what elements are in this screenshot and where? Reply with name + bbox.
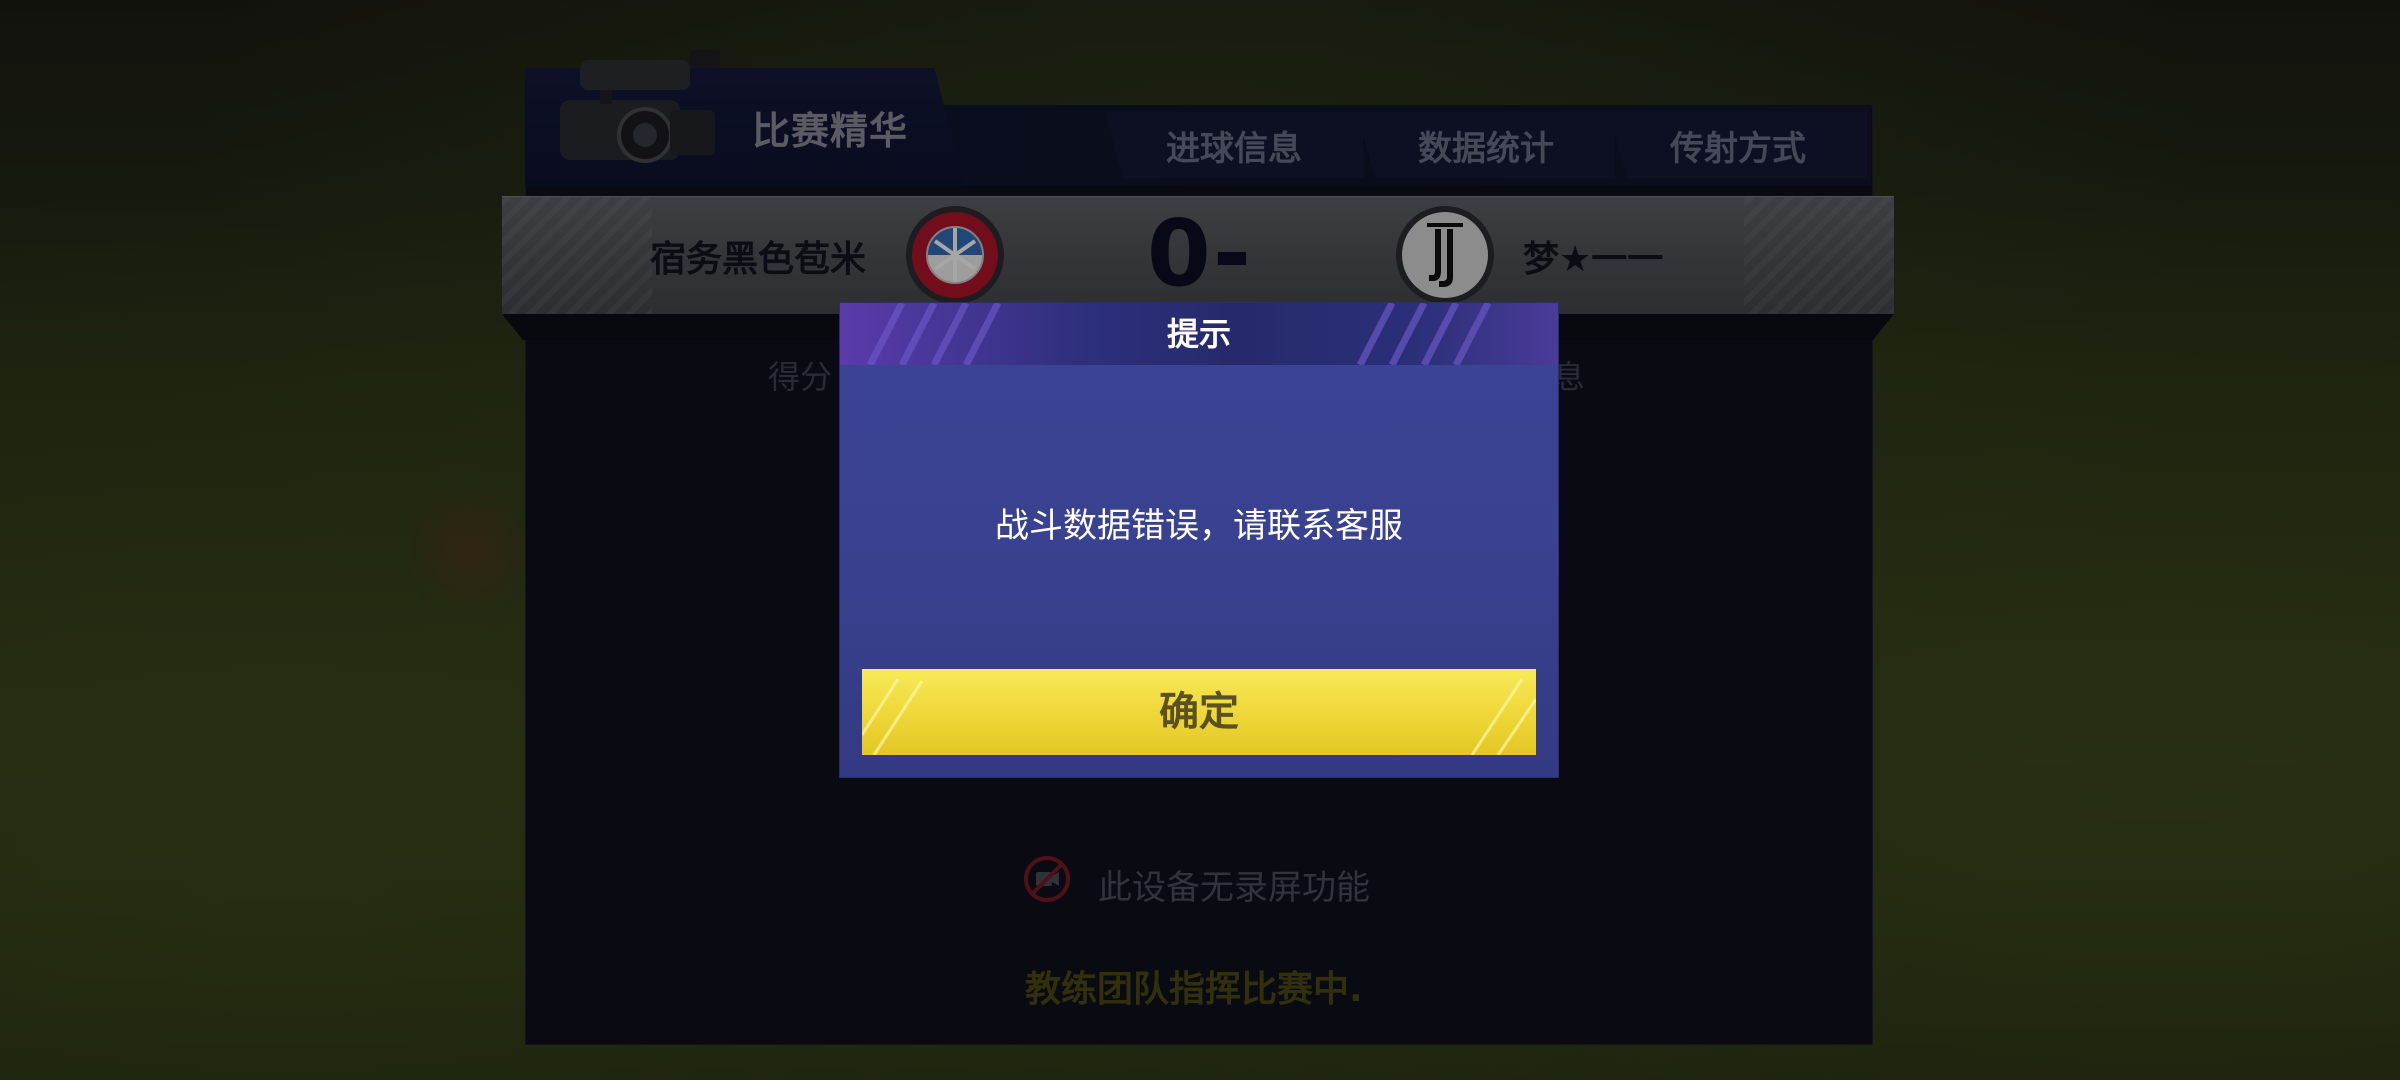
confirm-button-label: 确定 bbox=[1159, 689, 1239, 735]
alert-dialog: 提示 战斗数据错误，请联系客服 确定 bbox=[840, 303, 1558, 777]
confirm-button[interactable]: 确定 bbox=[862, 669, 1536, 755]
dialog-header: 提示 bbox=[840, 303, 1558, 365]
dialog-title: 提示 bbox=[1166, 315, 1231, 353]
dialog-message: 战斗数据错误，请联系客服 bbox=[995, 506, 1403, 546]
